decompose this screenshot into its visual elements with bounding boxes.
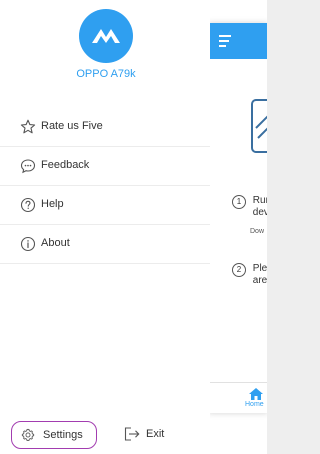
- menu-item-label: Help: [41, 198, 64, 210]
- home-icon[interactable]: [249, 388, 263, 400]
- exit-label: Exit: [146, 428, 165, 440]
- background-app-panel[interactable]: 1 Run dev Dow 2 Plea are( Home: [210, 23, 267, 413]
- gear-icon: [21, 428, 35, 441]
- menu-item-label: Feedback: [41, 159, 90, 171]
- settings-label: Settings: [43, 429, 83, 441]
- step-number: 1: [232, 195, 246, 209]
- background-bottom-nav: Home: [210, 382, 267, 413]
- background-app-topbar: [210, 23, 267, 59]
- exit-button[interactable]: Exit: [124, 421, 184, 449]
- background-step-1-sub: Dow: [250, 228, 265, 235]
- settings-button[interactable]: Settings: [11, 421, 97, 449]
- logo-mark-icon: [92, 29, 120, 43]
- phone-illustration-icon: [251, 99, 267, 153]
- background-step-2: 2 Plea are(: [232, 263, 267, 287]
- info-circle-icon: [20, 236, 36, 252]
- menu-item-help[interactable]: Help: [0, 186, 210, 225]
- menu-item-label: Rate us Five: [41, 120, 103, 132]
- menu-item-about[interactable]: About: [0, 225, 210, 264]
- step-text: Run: [252, 195, 267, 206]
- menu-item-feedback[interactable]: Feedback: [0, 147, 210, 186]
- menu-item-rate-us[interactable]: Rate us Five: [0, 108, 210, 147]
- menu-item-label: About: [41, 237, 70, 249]
- home-tab-label[interactable]: Home: [245, 401, 264, 408]
- help-circle-icon: [20, 197, 36, 213]
- step-number: 2: [232, 263, 246, 277]
- app-logo: [79, 9, 133, 63]
- screen: 1 Run dev Dow 2 Plea are( Home: [0, 0, 267, 454]
- step-text: Plea: [252, 263, 267, 274]
- drawer-footer: Settings Exit: [0, 418, 267, 454]
- device-name: OPPO A79k: [76, 68, 136, 80]
- step-text-2: dev: [252, 207, 267, 218]
- menu-icon[interactable]: [219, 35, 231, 47]
- star-icon: [20, 119, 36, 134]
- background-step-1: 1 Run dev: [232, 195, 267, 219]
- step-text-2: are(: [252, 275, 267, 286]
- navigation-drawer: OPPO A79k Rate us Five Feedback Help Abo…: [0, 0, 210, 454]
- chat-bubble-icon: [20, 159, 36, 174]
- exit-icon: [124, 427, 140, 441]
- drawer-menu: Rate us Five Feedback Help About: [0, 108, 210, 264]
